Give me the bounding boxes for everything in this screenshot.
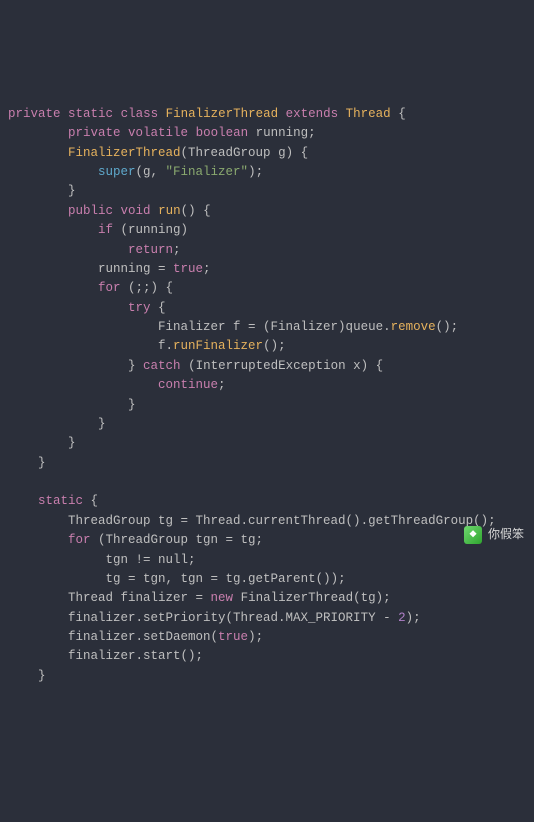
- code-line: }: [8, 417, 106, 431]
- code-line: finalizer.start();: [8, 649, 203, 663]
- code-line: continue;: [8, 378, 226, 392]
- code-block: private static class FinalizerThread ext…: [8, 86, 530, 687]
- code-line: }: [8, 398, 136, 412]
- code-line: }: [8, 436, 76, 450]
- code-line: super(g, "Finalizer");: [8, 165, 263, 179]
- code-line: if (running): [8, 223, 188, 237]
- code-line: }: [8, 456, 46, 470]
- code-line: static {: [8, 494, 98, 508]
- code-line: tg = tgn, tgn = tg.getParent());: [8, 572, 346, 586]
- code-line: try {: [8, 301, 166, 315]
- code-line: for (;;) {: [8, 281, 173, 295]
- code-line: return;: [8, 243, 181, 257]
- code-line: } catch (InterruptedException x) {: [8, 359, 383, 373]
- code-line: }: [8, 184, 76, 198]
- code-line: ThreadGroup tg = Thread.currentThread().…: [8, 514, 496, 528]
- code-line: public void run() {: [8, 204, 211, 218]
- code-line: for (ThreadGroup tgn = tg;: [8, 533, 263, 547]
- code-line: finalizer.setPriority(Thread.MAX_PRIORIT…: [8, 611, 421, 625]
- code-line: private static class FinalizerThread ext…: [8, 107, 406, 121]
- code-line: tgn != null;: [8, 553, 196, 567]
- code-line: private volatile boolean running;: [8, 126, 316, 140]
- code-line: }: [8, 669, 46, 683]
- code-line: running = true;: [8, 262, 211, 276]
- code-line: Thread finalizer = new FinalizerThread(t…: [8, 591, 391, 605]
- code-line: FinalizerThread(ThreadGroup g) {: [8, 146, 308, 160]
- code-line: finalizer.setDaemon(true);: [8, 630, 263, 644]
- code-line: f.runFinalizer();: [8, 339, 286, 353]
- code-line: Finalizer f = (Finalizer)queue.remove();: [8, 320, 458, 334]
